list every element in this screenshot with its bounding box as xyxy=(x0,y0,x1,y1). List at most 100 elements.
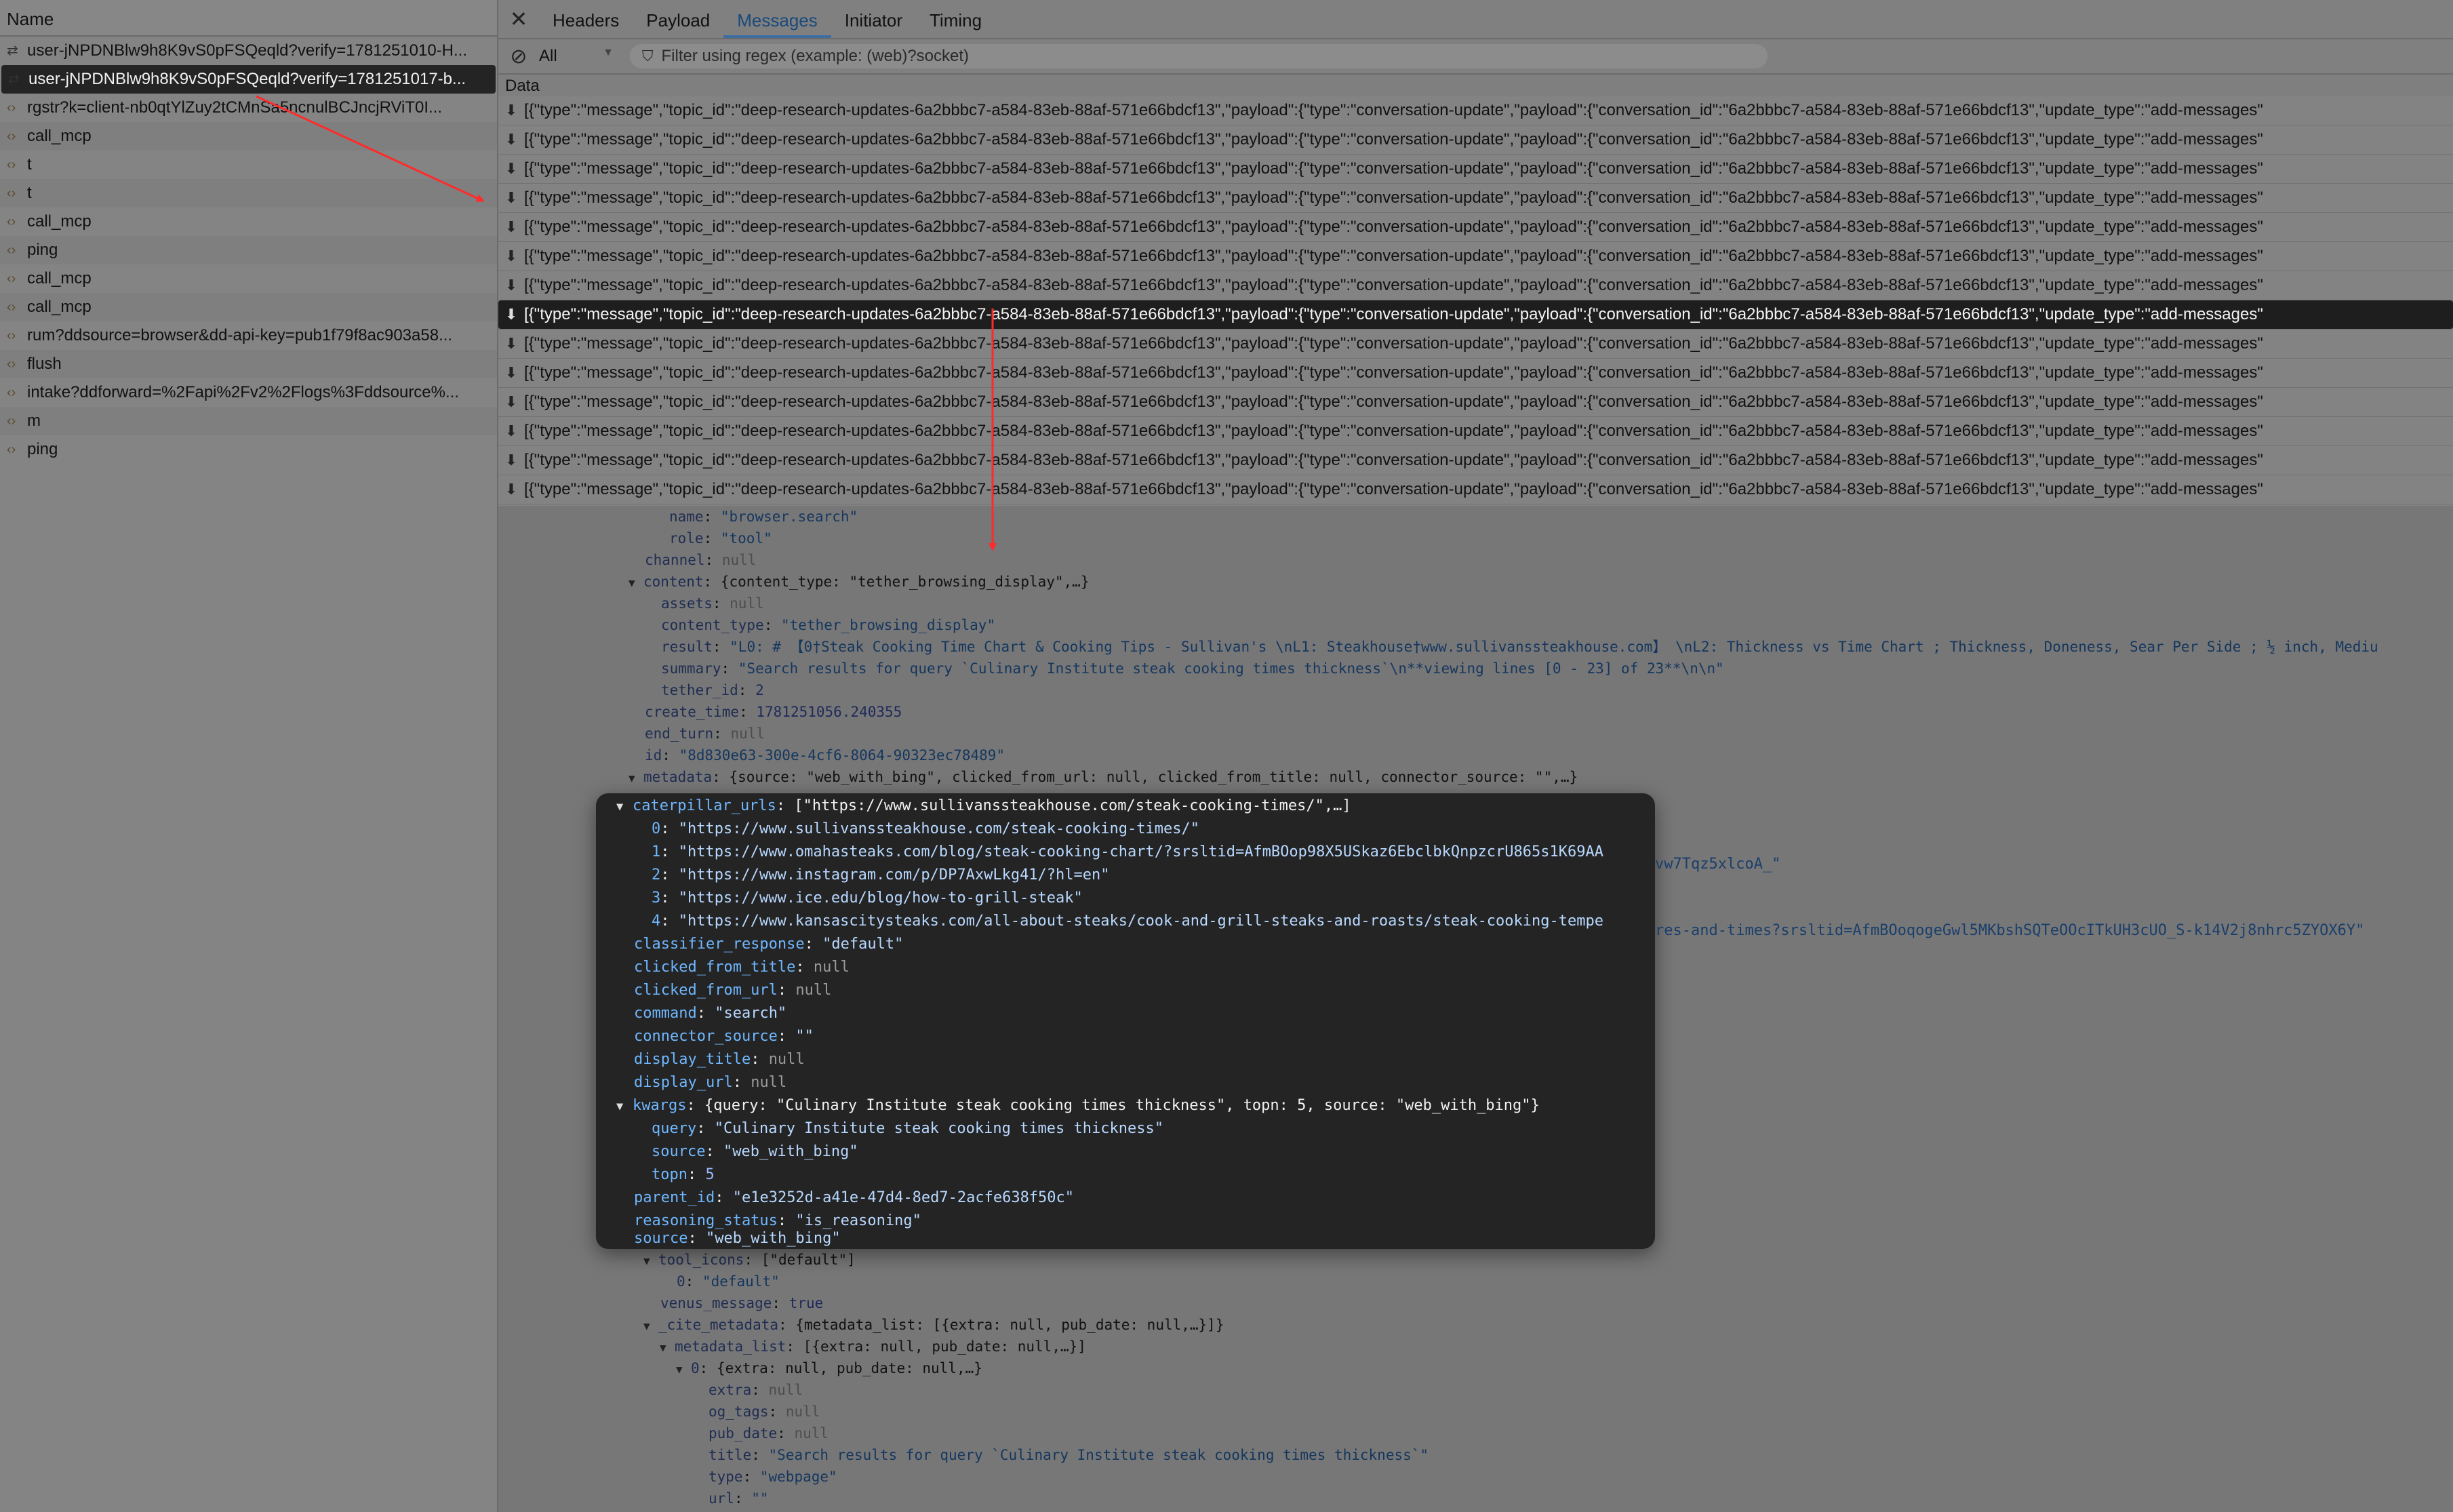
message-row[interactable]: ⬇ [{"type":"message","topic_id":"deep-res… xyxy=(498,242,2453,271)
download-arrow-icon: ⬇ xyxy=(504,277,518,294)
message-data: [{"type":"message","topic_id":"deep-rese… xyxy=(524,480,2263,498)
tree-row-metadata-list-0[interactable]: ▼ 0: {extra: null, pub_date: null,…} xyxy=(676,1357,982,1379)
request-row[interactable]: ‹› flush xyxy=(0,350,497,378)
request-row[interactable]: ‹› call_mcp xyxy=(0,207,497,236)
expand-triangle-icon[interactable]: ▼ xyxy=(643,1315,658,1337)
message-data: [{"type":"message","topic_id":"deep-rese… xyxy=(524,393,2263,411)
message-row[interactable]: ⬇ [{"type":"message","topic_id":"deep-res… xyxy=(498,388,2453,417)
tree-row-create-time: create_time: 1781251056.240355 xyxy=(645,704,902,720)
message-row[interactable]: ⬇ [{"type":"message","topic_id":"deep-res… xyxy=(498,155,2453,184)
request-row[interactable]: ‹› call_mcp xyxy=(0,293,497,321)
pop-row-kwargs[interactable]: ▼ kwargs: {query: "Culinary Institute ste… xyxy=(616,1094,1540,1117)
tree-row-cite-metadata[interactable]: ▼ _cite_metadata: {metadata_list: [{extra… xyxy=(643,1314,1224,1336)
tab-timing[interactable]: Timing xyxy=(916,0,995,38)
message-row[interactable]: ⬇ [{"type":"message","topic_id":"deep-res… xyxy=(498,96,2453,125)
request-name: rum?ddsource=browser&dd-api-key=pub1f79f… xyxy=(27,326,453,344)
close-icon[interactable]: ✕ xyxy=(498,6,539,32)
message-row[interactable]: ⬇ [{"type":"message","topic_id":"deep-res… xyxy=(498,184,2453,213)
name-column-header[interactable]: Name xyxy=(0,0,497,37)
request-row[interactable]: ⇄ user-jNPDNBlw9h8K9vS0pFSQeqld?verify=17… xyxy=(1,65,496,94)
tree-row-result: result: "L0: # 【0†Steak Cooking Time Cha… xyxy=(661,639,2378,655)
tab-headers[interactable]: Headers xyxy=(539,0,633,38)
xhr-icon: ‹› xyxy=(7,129,16,144)
message-row[interactable]: ⬇ [{"type":"message","topic_id":"deep-res… xyxy=(498,475,2453,504)
tree-row-metadata[interactable]: ▼ metadata: {source: "web_with_bing", cli… xyxy=(629,766,1578,788)
message-data: [{"type":"message","topic_id":"deep-rese… xyxy=(524,218,2263,236)
download-arrow-icon: ⬇ xyxy=(504,364,518,381)
message-data: [{"type":"message","topic_id":"deep-rese… xyxy=(524,101,2263,119)
pop-row-clicked-title: clicked_from_title: null xyxy=(634,959,850,976)
tree-row-id: id: "8d830e63-300e-4cf6-8064-90323ec7848… xyxy=(645,747,1005,763)
message-filter-bar: ⊘ All ▼ ⛉ Filter using regex (example: (… xyxy=(498,39,2453,75)
message-row[interactable]: ⬇ [{"type":"message","topic_id":"deep-res… xyxy=(498,300,2453,330)
xhr-icon: ‹› xyxy=(7,357,16,372)
pop-row-caterpillar-urls[interactable]: ▼ caterpillar_urls: ["https://www.sulliva… xyxy=(616,795,1351,818)
tree-row-title: title: "Search results for query `Culina… xyxy=(709,1447,1429,1463)
request-row[interactable]: ‹› rum?ddsource=browser&dd-api-key=pub1f7… xyxy=(0,321,497,350)
request-row[interactable]: ⇄ user-jNPDNBlw9h8K9vS0pFSQeqld?verify=17… xyxy=(0,37,497,65)
clear-messages-icon[interactable]: ⊘ xyxy=(498,45,539,68)
tree-row-content-type: content_type: "tether_browsing_display" xyxy=(661,617,996,633)
message-row[interactable]: ⬇ [{"type":"message","topic_id":"deep-res… xyxy=(498,417,2453,446)
data-column-header[interactable]: Data xyxy=(498,75,2453,96)
message-row[interactable]: ⬇ [{"type":"message","topic_id":"deep-res… xyxy=(498,213,2453,242)
tree-row-content[interactable]: ▼ content: {content_type: "tether_browsin… xyxy=(629,571,1089,593)
request-row[interactable]: ‹› intake?ddforward=%2Fapi%2Fv2%2Flogs%3F… xyxy=(0,378,497,407)
request-row[interactable]: ‹› t xyxy=(0,179,497,207)
expand-triangle-icon[interactable]: ▼ xyxy=(629,572,643,594)
expand-triangle-icon[interactable]: ▼ xyxy=(616,1095,633,1118)
pop-row-command: command: "search" xyxy=(634,1005,787,1022)
pop-row-connector: connector_source: "" xyxy=(634,1028,814,1045)
message-data: [{"type":"message","topic_id":"deep-rese… xyxy=(524,422,2263,440)
pop-row-display-url: display_url: null xyxy=(634,1074,787,1091)
request-row[interactable]: ‹› t xyxy=(0,151,497,179)
request-row[interactable]: ‹› rgstr?k=client-nb0qtYlZuy2tCMnSa5ncnul… xyxy=(0,94,497,122)
filter-icon: ⛉ xyxy=(642,47,654,64)
tree-row-url: url: "" xyxy=(709,1490,769,1507)
filter-input[interactable]: ⛉ Filter using regex (example: (web)?soc… xyxy=(630,44,1768,68)
download-arrow-icon: ⬇ xyxy=(504,218,518,235)
request-row[interactable]: ‹› ping xyxy=(0,435,497,464)
url-4-overflow-text: res-and-times?srsltid=AfmBOoqogeGwl5MKbs… xyxy=(1655,922,2365,939)
websocket-icon: ⇄ xyxy=(7,43,18,58)
message-row[interactable]: ⬇ [{"type":"message","topic_id":"deep-res… xyxy=(498,330,2453,359)
tab-payload[interactable]: Payload xyxy=(633,0,723,38)
metadata-highlight-popover: ▼ caterpillar_urls: ["https://www.sulliva… xyxy=(596,793,1655,1249)
message-row[interactable]: ⬇ [{"type":"message","topic_id":"deep-res… xyxy=(498,446,2453,475)
tab-initiator[interactable]: Initiator xyxy=(831,0,916,38)
chevron-down-icon: ▼ xyxy=(603,47,614,58)
request-name: t xyxy=(27,184,32,202)
xhr-icon: ‹› xyxy=(7,300,16,315)
message-data: [{"type":"message","topic_id":"deep-rese… xyxy=(524,451,2263,469)
expand-triangle-icon[interactable]: ▼ xyxy=(616,795,633,818)
tree-row-tool-icons[interactable]: ▼ tool_icons: ["default"] xyxy=(643,1249,856,1271)
request-row[interactable]: ‹› call_mcp xyxy=(0,122,497,151)
message-row[interactable]: ⬇ [{"type":"message","topic_id":"deep-res… xyxy=(498,359,2453,388)
pop-row-classifier: classifier_response: "default" xyxy=(634,936,904,953)
expand-triangle-icon[interactable]: ▼ xyxy=(660,1337,675,1359)
pop-row-clicked-url: clicked_from_url: null xyxy=(634,982,832,999)
message-data: [{"type":"message","topic_id":"deep-rese… xyxy=(524,159,2263,178)
xhr-icon: ‹› xyxy=(7,157,16,172)
expand-triangle-icon[interactable]: ▼ xyxy=(643,1250,658,1272)
request-row[interactable]: ‹› ping xyxy=(0,236,497,264)
tree-row-assets: assets: null xyxy=(661,595,764,612)
tab-messages[interactable]: Messages xyxy=(723,0,831,38)
request-row[interactable]: ‹› call_mcp xyxy=(0,264,497,293)
request-row[interactable]: ‹› m xyxy=(0,407,497,435)
message-row[interactable]: ⬇ [{"type":"message","topic_id":"deep-res… xyxy=(498,271,2453,300)
expand-triangle-icon[interactable]: ▼ xyxy=(676,1359,691,1380)
tree-row-type: type: "webpage" xyxy=(709,1469,837,1485)
request-name: user-jNPDNBlw9h8K9vS0pFSQeqld?verify=178… xyxy=(27,41,468,60)
tree-row-metadata-list[interactable]: ▼ metadata_list: [{extra: null, pub_date:… xyxy=(660,1336,1086,1357)
message-data: [{"type":"message","topic_id":"deep-rese… xyxy=(524,188,2263,207)
pop-row-url-1: 1: "https://www.omahasteaks.com/blog/ste… xyxy=(652,843,1603,860)
request-name: rgstr?k=client-nb0qtYlZuy2tCMnSa5ncnulBC… xyxy=(27,98,443,117)
tree-row-og-tags: og_tags: null xyxy=(709,1404,820,1420)
message-data: [{"type":"message","topic_id":"deep-rese… xyxy=(524,130,2263,148)
message-type-select[interactable]: All ▼ xyxy=(539,47,626,66)
message-row[interactable]: ⬇ [{"type":"message","topic_id":"deep-res… xyxy=(498,125,2453,155)
xhr-icon: ‹› xyxy=(7,243,16,258)
request-name: intake?ddforward=%2Fapi%2Fv2%2Flogs%3Fdd… xyxy=(27,383,459,401)
expand-triangle-icon[interactable]: ▼ xyxy=(629,768,643,789)
